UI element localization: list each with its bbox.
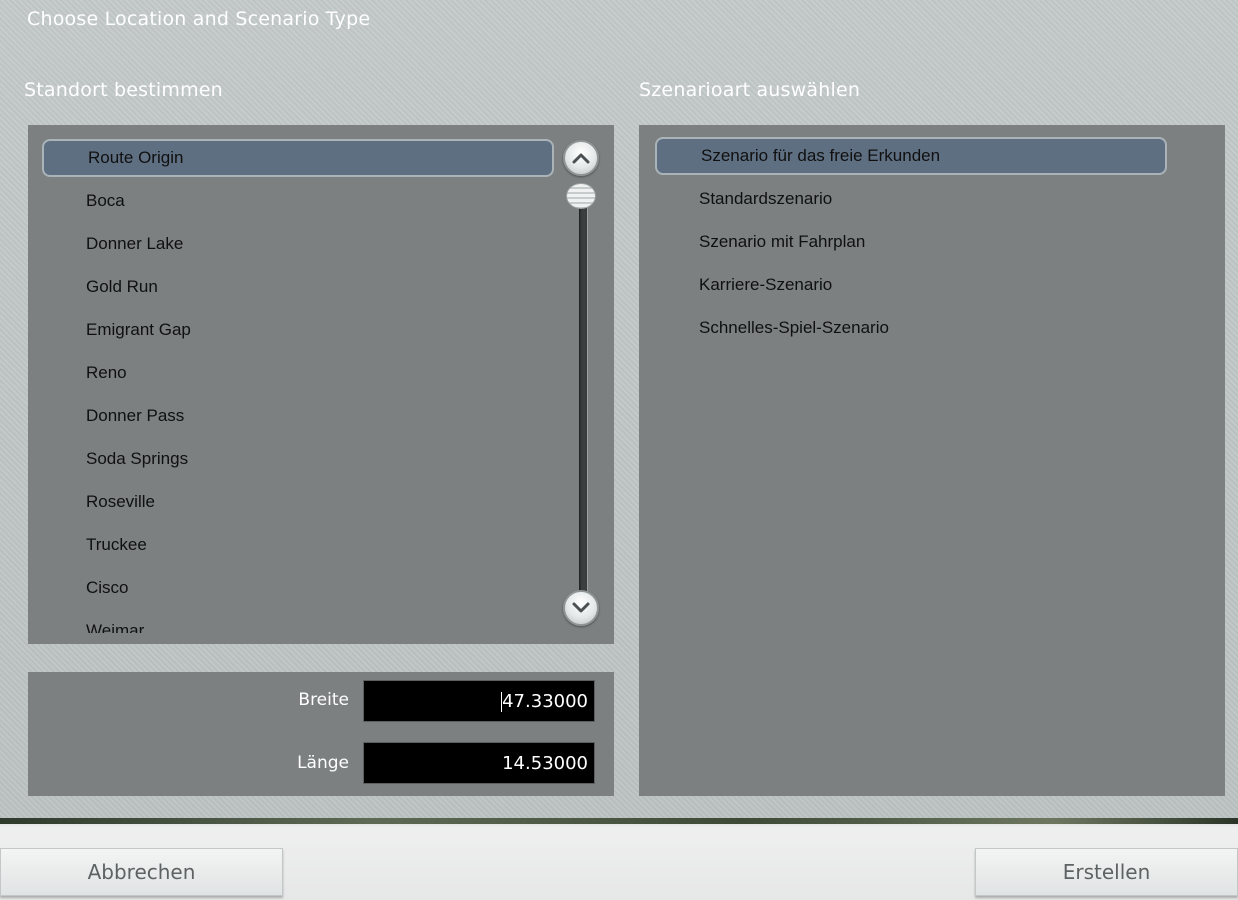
longitude-label: Länge (297, 753, 349, 773)
dialog-title: Choose Location and Scenario Type (27, 8, 371, 30)
location-item[interactable]: Donner Lake (42, 225, 554, 263)
coordinates-panel: Breite 47.33000 Länge 14.53000 (28, 672, 614, 796)
cancel-button[interactable]: Abbrechen (0, 848, 283, 896)
location-item[interactable]: Cisco (42, 569, 554, 607)
scrollbar-thumb[interactable] (566, 183, 596, 209)
scenario-item[interactable]: Schnelles-Spiel-Szenario (655, 309, 1167, 347)
location-heading: Standort bestimmen (24, 79, 223, 101)
location-list-panel: Route Origin Boca Donner Lake Gold Run E… (28, 125, 614, 644)
location-item[interactable]: Gold Run (42, 268, 554, 306)
scenario-item[interactable]: Szenario für das freie Erkunden (655, 137, 1167, 175)
location-list: Route Origin Boca Donner Lake Gold Run E… (28, 125, 568, 633)
scenario-item[interactable]: Karriere-Szenario (655, 266, 1167, 304)
location-item[interactable]: Donner Pass (42, 397, 554, 435)
location-item[interactable]: Weimar (42, 612, 554, 633)
scenery-strip (0, 818, 1238, 824)
location-item[interactable]: Emigrant Gap (42, 311, 554, 349)
scenario-item[interactable]: Standardszenario (655, 180, 1167, 218)
location-item[interactable]: Route Origin (42, 139, 554, 177)
chevron-down-icon (572, 602, 590, 613)
location-item[interactable]: Boca (42, 182, 554, 220)
latitude-field[interactable]: 47.33000 (363, 680, 595, 722)
longitude-field[interactable]: 14.53000 (363, 742, 595, 784)
latitude-label: Breite (298, 690, 349, 710)
scenario-item[interactable]: Szenario mit Fahrplan (655, 223, 1167, 261)
location-item[interactable]: Roseville (42, 483, 554, 521)
longitude-value: 14.53000 (502, 753, 588, 774)
latitude-value: 47.33000 (502, 691, 588, 712)
scroll-down-button[interactable] (563, 590, 599, 626)
scrollbar-track[interactable] (579, 189, 587, 601)
create-button[interactable]: Erstellen (975, 848, 1238, 896)
scenario-list-panel: Szenario für das freie Erkunden Standard… (639, 125, 1225, 796)
scenario-heading: Szenarioart auswählen (639, 79, 861, 101)
scroll-up-button[interactable] (563, 140, 599, 176)
chevron-up-icon (572, 153, 590, 164)
location-item[interactable]: Reno (42, 354, 554, 392)
location-item[interactable]: Truckee (42, 526, 554, 564)
location-item[interactable]: Soda Springs (42, 440, 554, 478)
